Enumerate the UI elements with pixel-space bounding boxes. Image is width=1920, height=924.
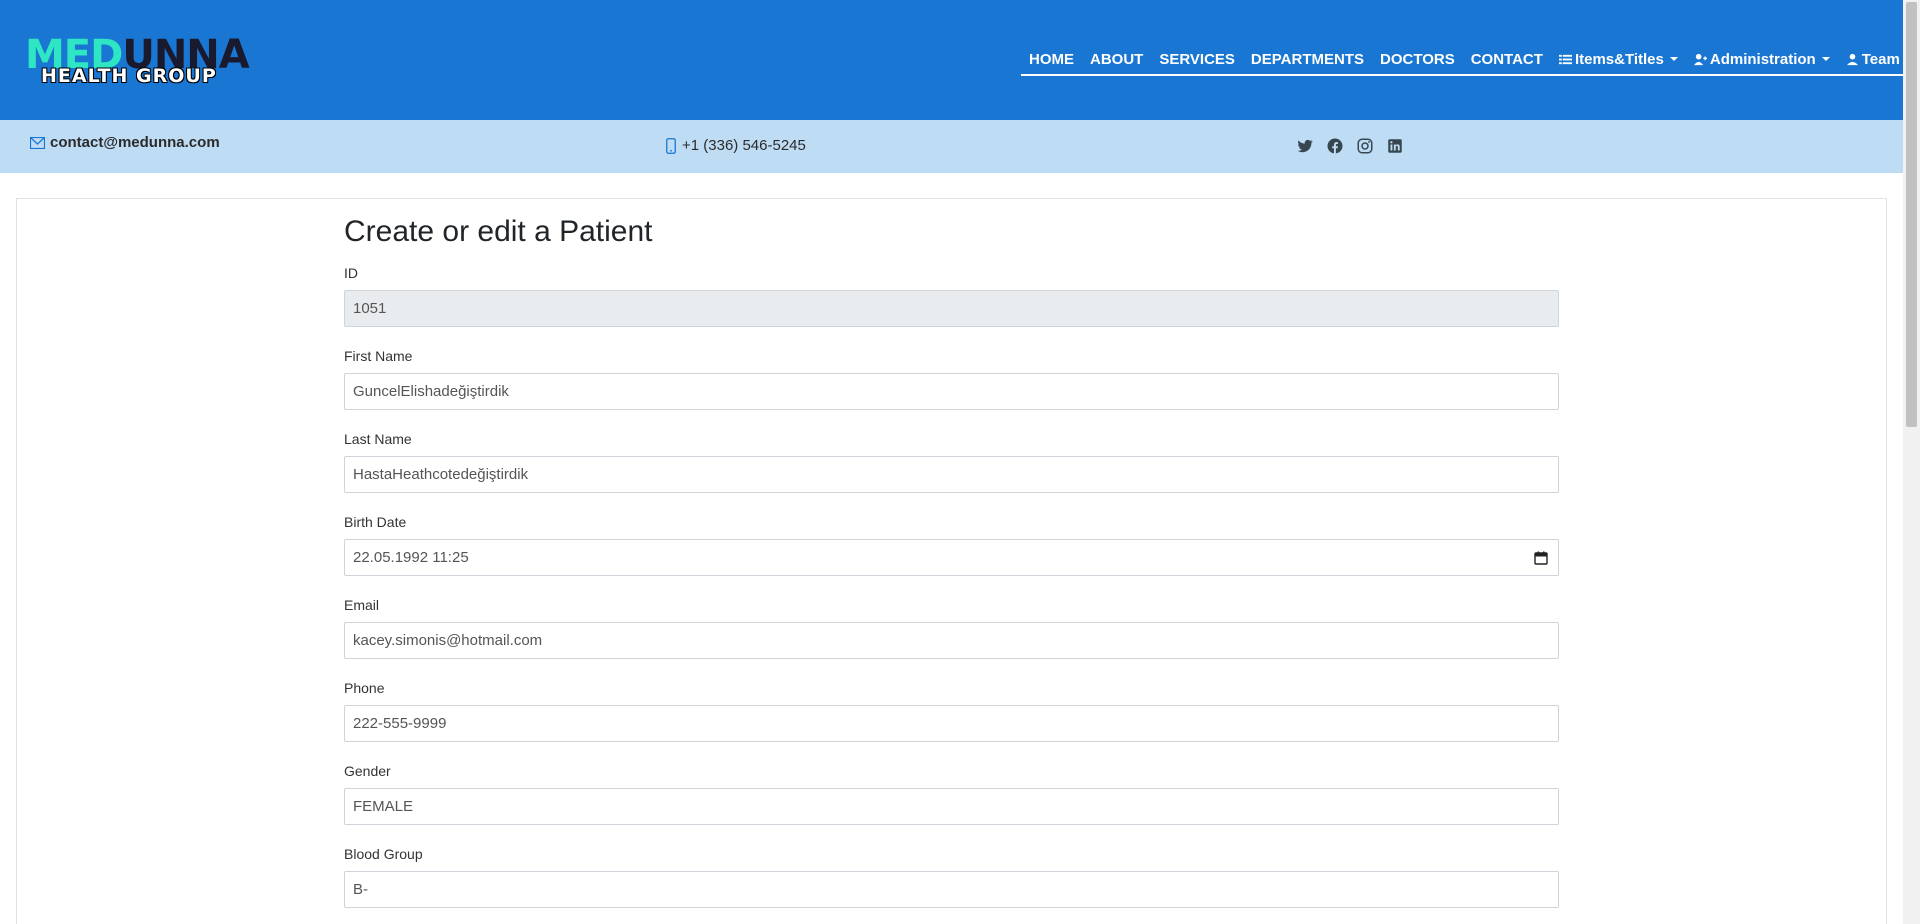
nav-doctors[interactable]: DOCTORS bbox=[1372, 51, 1463, 68]
page-scrollbar[interactable] bbox=[1903, 0, 1920, 924]
nav-home[interactable]: HOME bbox=[1021, 51, 1082, 68]
first-name-field[interactable]: GuncelElishadeğiştirdik bbox=[344, 373, 1559, 410]
nav-contact[interactable]: CONTACT bbox=[1463, 51, 1551, 68]
medunna-logo[interactable]: MEDUNNA HEALTH GROUP bbox=[25, 35, 315, 87]
contact-email-text: contact@medunna.com bbox=[50, 134, 220, 151]
linkedin-icon[interactable] bbox=[1386, 137, 1404, 155]
contact-email[interactable]: contact@medunna.com bbox=[30, 134, 220, 151]
last-name-label: Last Name bbox=[344, 431, 412, 447]
nav-administration-label: Administration bbox=[1709, 50, 1816, 68]
blood-group-select[interactable]: B- bbox=[344, 871, 1559, 908]
site-header: MEDUNNA HEALTH GROUP HOME ABOUT SERVICES… bbox=[0, 0, 1920, 120]
instagram-icon[interactable] bbox=[1356, 137, 1374, 155]
id-label: ID bbox=[344, 265, 358, 281]
last-name-field[interactable]: HastaHeathcotedeğiştirdik bbox=[344, 456, 1559, 493]
phone-label: Phone bbox=[344, 680, 385, 696]
birth-date-label: Birth Date bbox=[344, 514, 407, 530]
chevron-down-icon bbox=[1821, 57, 1830, 61]
page-title: Create or edit a Patient bbox=[344, 215, 653, 248]
user-plus-icon bbox=[1693, 53, 1707, 65]
facebook-icon[interactable] bbox=[1326, 137, 1344, 155]
blood-group-label: Blood Group bbox=[344, 846, 423, 862]
phone-field[interactable]: 222-555-9999 bbox=[344, 705, 1559, 742]
nav-about[interactable]: ABOUT bbox=[1082, 51, 1151, 68]
nav-items-titles-label: Items&Titles bbox=[1574, 50, 1664, 68]
nav-services[interactable]: SERVICES bbox=[1151, 51, 1243, 68]
contact-bar: contact@medunna.com +1 (336) 546-5245 bbox=[0, 120, 1903, 173]
birth-date-field[interactable]: 22.05.1992 11:25 bbox=[344, 539, 1559, 576]
email-label: Email bbox=[344, 597, 380, 613]
email-field[interactable]: kacey.simonis@hotmail.com bbox=[344, 622, 1559, 659]
social-links bbox=[1296, 137, 1404, 155]
calendar-icon[interactable] bbox=[1534, 551, 1548, 565]
main-nav: HOME ABOUT SERVICES DEPARTMENTS DOCTORS … bbox=[1021, 48, 1920, 76]
list-icon bbox=[1558, 54, 1572, 64]
mobile-phone-icon bbox=[666, 137, 676, 154]
logo-subtitle: HEALTH GROUP bbox=[41, 65, 217, 87]
id-field: 1051 bbox=[344, 290, 1559, 327]
envelope-icon bbox=[30, 136, 45, 149]
scrollbar-thumb[interactable] bbox=[1906, 2, 1917, 427]
chevron-down-icon bbox=[1669, 57, 1678, 61]
nav-items-titles-dropdown[interactable]: Items&Titles bbox=[1551, 51, 1686, 68]
contact-phone[interactable]: +1 (336) 546-5245 bbox=[666, 137, 806, 154]
nav-departments[interactable]: DEPARTMENTS bbox=[1243, 51, 1372, 68]
nav-administration-dropdown[interactable]: Administration bbox=[1686, 51, 1838, 68]
birth-date-value: 22.05.1992 11:25 bbox=[353, 549, 469, 566]
contact-phone-text: +1 (336) 546-5245 bbox=[682, 137, 806, 154]
gender-label: Gender bbox=[344, 763, 391, 779]
user-icon bbox=[1846, 53, 1858, 65]
twitter-icon[interactable] bbox=[1296, 137, 1314, 155]
first-name-label: First Name bbox=[344, 348, 413, 364]
gender-select[interactable]: FEMALE bbox=[344, 788, 1559, 825]
